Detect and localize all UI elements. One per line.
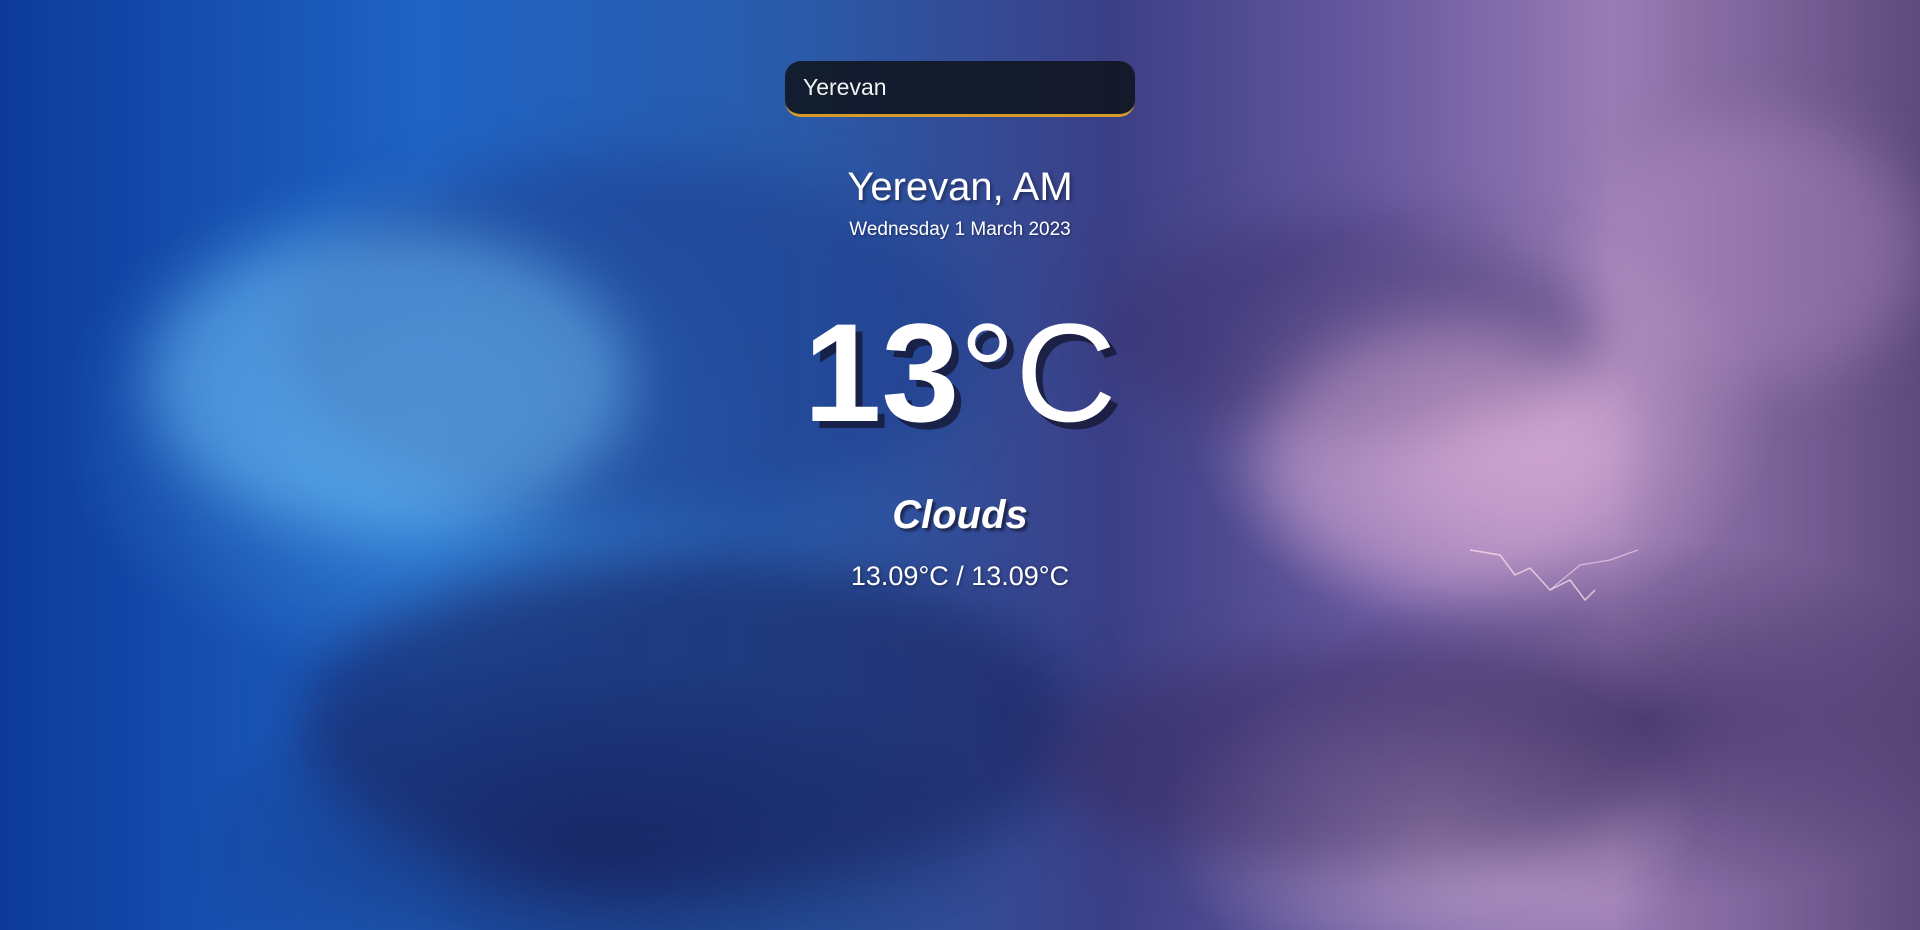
temperature-value: 13 (803, 294, 960, 451)
city-search-input[interactable] (785, 61, 1135, 117)
background-cloud (300, 560, 1080, 890)
background-cloud (1050, 650, 1670, 870)
temperature-display: 13°C (0, 298, 1920, 448)
search-bar (785, 61, 1135, 117)
current-date: Wednesday 1 March 2023 (849, 219, 1071, 240)
weather-condition: Clouds (892, 493, 1028, 537)
weather-app: Yerevan, AM Wednesday 1 March 2023 13°C … (0, 0, 1920, 930)
temperature-unit: °C (959, 294, 1117, 451)
min-max-temperature: 13.09°C / 13.09°C (850, 561, 1070, 591)
location-title: Yerevan, AM (847, 165, 1073, 209)
